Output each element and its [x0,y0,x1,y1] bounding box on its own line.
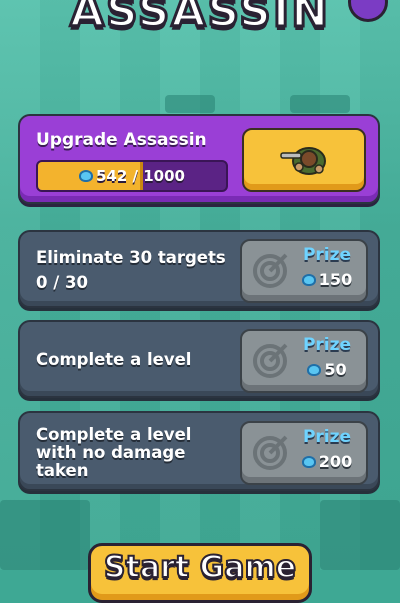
mission-title-line-1: Complete a level [36,425,192,444]
prize-amount-value: 50 [324,360,347,379]
background-block [290,95,350,113]
mission-title: Complete a level [36,350,192,369]
upgrade-title: Upgrade Assassin [36,130,207,150]
prize-button[interactable]: Prize 50 [240,329,368,393]
mission-card-eliminate: Eliminate 30 targets 0 / 30 Prize 150 [18,230,380,308]
assassin-character-icon [280,147,326,175]
mission-card-no-damage: Complete a level with no damage taken Pr… [18,411,380,491]
prize-amount: 200 [292,452,362,471]
mission-title-line-2: with no damage [36,443,186,462]
mission-progress: 0 / 30 [36,273,88,292]
start-game-button[interactable]: Start Game [88,543,312,603]
gem-icon [307,363,322,376]
prize-amount-value: 200 [318,452,353,471]
background-block [165,95,215,113]
mission-card-complete-level: Complete a level Prize 50 [18,320,380,398]
upgrade-progress-bar: 542 / 1000 [36,160,228,192]
progress-text: 542 / 1000 [96,167,185,185]
prize-label: Prize [302,335,352,355]
target-icon [253,435,288,470]
prize-amount-value: 150 [318,270,353,289]
upgrade-button[interactable] [242,128,366,192]
prize-button[interactable]: Prize 200 [240,421,368,485]
prize-label: Prize [302,427,352,447]
target-icon [253,253,288,288]
gem-icon [79,170,93,182]
background-block [0,500,90,570]
mission-title-line-3: taken [36,461,89,480]
prize-amount: 50 [292,360,362,379]
upgrade-card: Upgrade Assassin 542 / 1000 [18,114,380,204]
background-block [320,500,400,570]
gem-icon [301,273,316,286]
progress-label: 542 / 1000 [38,162,226,190]
game-title: ASSASSIN [68,0,331,39]
prize-label: Prize [302,245,352,265]
gem-icon [301,455,316,468]
start-game-label: Start Game [103,549,297,586]
mission-title: Eliminate 30 targets [36,248,226,267]
target-icon [253,343,288,378]
prize-amount: 150 [292,270,362,289]
prize-button[interactable]: Prize 150 [240,239,368,303]
